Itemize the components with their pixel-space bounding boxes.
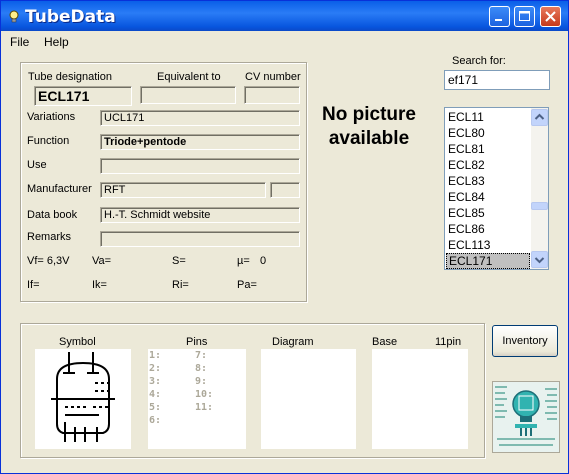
pin-label: 8: — [195, 363, 208, 374]
pins-header: Pins — [186, 336, 208, 348]
menu-bar: File Help — [1, 32, 568, 51]
close-icon — [545, 11, 556, 22]
cv-field[interactable] — [244, 86, 300, 104]
s-value: S= — [172, 255, 186, 267]
use-field[interactable] — [100, 158, 300, 174]
pa-value: Pa= — [237, 279, 257, 291]
equivalent-header: Equivalent to — [157, 71, 221, 83]
scroll-up-button[interactable] — [531, 109, 548, 126]
pin-label: 7: — [195, 350, 208, 361]
pin-label: 5: — [149, 402, 162, 413]
remarks-label: Remarks — [27, 231, 72, 243]
if-value: If= — [27, 279, 40, 291]
list-item[interactable]: ECL113 — [446, 237, 532, 253]
tube-list[interactable]: ECL11 ECL80 ECL81 ECL82 ECL83 ECL84 ECL85 ECL86… — [444, 107, 549, 270]
pins-panel: 1: 2: 3: 4: 5: 6: 7: 8: 9: 10: 11: — [148, 349, 246, 449]
menu-help[interactable]: Help — [44, 35, 69, 49]
search-input[interactable] — [444, 70, 550, 90]
list-item[interactable]: ECL85 — [446, 205, 532, 221]
pin-label: 1: — [149, 350, 162, 361]
minimize-icon — [495, 19, 502, 21]
databook-label: Data book — [27, 209, 78, 221]
va-value: Va= — [92, 255, 112, 267]
mu-value: 0 — [260, 255, 267, 267]
maximize-icon — [519, 11, 530, 21]
no-picture-message: No picture available — [322, 104, 416, 149]
arrow-down-icon — [534, 257, 545, 264]
inventory-button[interactable]: Inventory — [492, 325, 558, 357]
pin-label: 9: — [195, 376, 208, 387]
app-logo — [492, 381, 560, 453]
equivalent-field[interactable] — [140, 86, 236, 104]
variations-field[interactable]: UCL171 — [100, 110, 300, 126]
base-header: Base — [372, 336, 398, 348]
maximize-button[interactable] — [514, 6, 535, 27]
list-item[interactable]: ECL81 — [446, 141, 532, 157]
manufacturer-field[interactable]: RFT — [100, 182, 266, 198]
list-item[interactable]: ECL84 — [446, 189, 532, 205]
function-label: Function — [27, 135, 70, 147]
pin-label: 10: — [195, 389, 214, 400]
list-item[interactable]: ECL171 — [446, 253, 530, 269]
symbol-panel — [35, 349, 131, 449]
title-bar[interactable]: TubeData — [1, 1, 568, 31]
ri-value: Ri= — [172, 279, 189, 291]
remarks-field[interactable] — [100, 231, 300, 247]
tube-symbol-icon — [51, 352, 115, 442]
cv-header: CV number — [245, 71, 301, 83]
arrow-up-icon — [534, 113, 545, 120]
variations-label: Variations — [27, 111, 76, 123]
list-item[interactable]: ECL83 — [446, 173, 532, 189]
window-title: TubeData — [25, 7, 116, 27]
databook-field[interactable]: H.-T. Schmidt website — [100, 207, 300, 223]
list-scrollbar[interactable] — [531, 108, 548, 269]
pin-label: 2: — [149, 363, 162, 374]
diagram-header: Diagram — [272, 336, 314, 348]
search-label: Search for: — [452, 55, 506, 67]
pin-label: 4: — [149, 389, 162, 400]
menu-file[interactable]: File — [10, 35, 29, 49]
list-item[interactable]: ECL80 — [446, 125, 532, 141]
app-window: TubeData File Help Tube designation Equi… — [0, 0, 569, 474]
manufacturer-label: Manufacturer — [27, 183, 92, 195]
diagram-panel — [261, 349, 356, 449]
tube-logo-icon — [493, 382, 559, 452]
use-label: Use — [27, 159, 47, 171]
pin-label: 3: — [149, 376, 162, 387]
list-item[interactable]: ECL82 — [446, 157, 532, 173]
mu-label: µ= — [237, 255, 250, 267]
manufacturer-code-field[interactable] — [270, 182, 300, 198]
scroll-thumb[interactable] — [531, 202, 548, 210]
base-panel — [372, 349, 468, 449]
vf-value: Vf= 6,3V — [27, 255, 70, 267]
close-button[interactable] — [540, 6, 561, 27]
designation-header: Tube designation — [28, 71, 112, 83]
designation-field[interactable]: ECL171 — [34, 86, 132, 106]
minimize-button[interactable] — [489, 6, 510, 27]
scroll-down-button[interactable] — [531, 251, 548, 268]
base-pins-count: 11pin — [435, 336, 462, 348]
list-item[interactable]: ECL11 — [446, 109, 532, 125]
ik-value: Ik= — [92, 279, 107, 291]
function-field[interactable]: Triode+pentode — [100, 134, 300, 150]
pin-label: 6: — [149, 415, 162, 426]
lightbulb-icon — [9, 10, 19, 23]
pin-label: 11: — [195, 402, 214, 413]
list-item[interactable]: ECL86 — [446, 221, 532, 237]
symbol-header: Symbol — [59, 336, 96, 348]
